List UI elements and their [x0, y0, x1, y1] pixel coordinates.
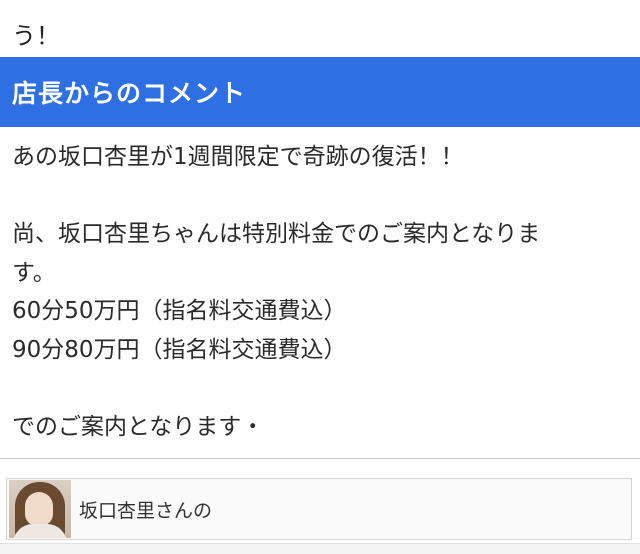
comment-line: 90分80万円（指名料交通費込） [12, 336, 347, 363]
manager-comment-body: あの坂口杏里が1週間限定で奇跡の復活！！ 尚、坂口杏里ちゃんは特別料金でのご案内… [12, 138, 628, 446]
avatar-face [25, 492, 53, 526]
comment-line: す。 [12, 259, 56, 286]
previous-section-tail: う！ [12, 22, 60, 50]
profile-card[interactable]: 坂口杏里さんの [6, 478, 632, 540]
manager-comment-title: 店長からのコメント [12, 79, 247, 108]
avatar[interactable] [9, 480, 71, 538]
comment-line: あの坂口杏里が1週間限定で奇跡の復活！！ [12, 144, 464, 170]
comment-line-blank [12, 369, 628, 408]
section-divider [0, 458, 640, 459]
profile-name[interactable]: 坂口杏里さんの [79, 496, 212, 523]
cut-off-line [12, 0, 20, 14]
comment-line: でのご案内となります・ [12, 413, 265, 440]
previous-section-text: う！ [0, 0, 640, 57]
bottom-strip [0, 543, 640, 554]
comment-line: 60分50万円（指名料交通費込） [12, 298, 347, 324]
comment-line: 尚、坂口杏里ちゃんは特別料金でのご案内となりま [12, 221, 541, 247]
comment-line-blank [12, 177, 628, 216]
manager-comment-header: 店長からのコメント [0, 57, 640, 127]
